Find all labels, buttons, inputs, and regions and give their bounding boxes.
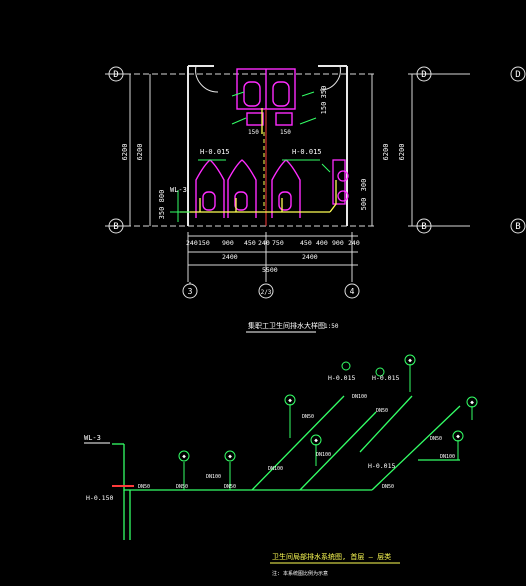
- sink-fixtures: [332, 159, 349, 205]
- dn-label-2: DN50: [176, 484, 188, 490]
- lower-stalls: [195, 159, 301, 218]
- axis-bubble-col-2-3: 2/3: [258, 283, 274, 299]
- right-dim-300: 300: [360, 179, 368, 192]
- iso-elev-a: H-0.015: [328, 374, 355, 382]
- svg-text:◆: ◆: [456, 433, 460, 440]
- dim-900-b: 900: [332, 239, 344, 247]
- dim-750: 750: [272, 239, 284, 247]
- dim-450-a: 450: [244, 239, 256, 247]
- dim-240-a: 240: [186, 239, 198, 247]
- svg-text:3: 3: [188, 287, 193, 296]
- dn-label-1: DN50: [138, 484, 150, 490]
- svg-text:◆: ◆: [314, 437, 318, 444]
- iso-main-drain: [112, 395, 461, 540]
- side-dim-left-800: 800: [158, 190, 166, 203]
- top-dim-350: 350: [320, 86, 328, 99]
- right-dim-500: 500: [360, 198, 368, 211]
- dim-2400-left: 2400: [222, 253, 238, 261]
- iso-dn-labels: DN50 DN50 DN100 DN50 DN100 DN50 DN100 DN…: [138, 394, 455, 490]
- svg-text:B: B: [421, 222, 426, 232]
- plan-label-150: 150: [248, 129, 259, 136]
- dim-900: 900: [222, 239, 234, 247]
- plan-pipe-label: WL-3: [170, 186, 187, 194]
- svg-text:D: D: [421, 70, 426, 80]
- side-dim-left-350: 350: [158, 207, 166, 220]
- dim-400: 400: [316, 239, 328, 247]
- dn-label-8: DN50: [376, 408, 388, 414]
- dn-label-10: DN50: [430, 436, 442, 442]
- svg-text:B: B: [113, 222, 118, 232]
- iso-title: 卫生间局部排水系统图, 首层 — 层类: [272, 552, 391, 561]
- dn-label-11: DN100: [440, 454, 455, 460]
- dim-150: 150: [198, 239, 210, 247]
- plan-elev-right: H-0.015: [292, 148, 322, 156]
- iso-elev-c: H-0.015: [368, 462, 395, 470]
- svg-text:2/3: 2/3: [261, 289, 272, 296]
- dim-2400-right: 2400: [302, 253, 318, 261]
- dim-450-b: 450: [300, 239, 312, 247]
- svg-text:◆: ◆: [408, 357, 412, 364]
- svg-text:B: B: [515, 222, 520, 232]
- green-annotations-plan: [170, 91, 331, 222]
- side-dim-left-total: 6200: [136, 144, 144, 161]
- iso-fixture-markers: [178, 354, 478, 462]
- top-dim-150: 150: [320, 102, 328, 115]
- svg-text:D: D: [515, 70, 520, 80]
- fixture-marker-8: [341, 361, 351, 371]
- plan-elev-left: H-0.015: [200, 148, 230, 156]
- iso-elev-b: H-0.015: [372, 374, 399, 382]
- svg-text:◆: ◆: [288, 397, 292, 404]
- iso-note: 注: 本系统图比例为示意: [272, 570, 328, 577]
- dim-240-b: 240: [258, 239, 270, 247]
- svg-text:4: 4: [350, 287, 355, 296]
- dn-label-4: DN50: [224, 484, 236, 490]
- svg-text:◆: ◆: [228, 453, 232, 460]
- iso-fixture-symbols: ◆ ◆ ◆ ◆ ◆ ◆ ◆: [182, 357, 474, 460]
- iso-fixture-drops: [183, 364, 473, 490]
- plan-scale: 1:50: [324, 323, 339, 330]
- svg-text:◆: ◆: [182, 453, 186, 460]
- iso-elev-start: H-0.150: [86, 494, 113, 502]
- dn-label-3: DN100: [206, 474, 221, 480]
- svg-text:◆: ◆: [470, 399, 474, 406]
- side-dim-left-outer: 6200: [121, 144, 129, 161]
- cad-drawing: D B D B D B 6200 6200 6200 6200 350 800 …: [84, 65, 526, 577]
- dim-240-c: 240: [348, 239, 360, 247]
- plan-title: 集职工卫生间排水大样图: [248, 321, 325, 330]
- axis-bubble-col-4: 4: [344, 283, 360, 299]
- dn-label-12: DN50: [382, 484, 394, 490]
- dn-label-5: DN100: [268, 466, 283, 472]
- iso-pipe-label: WL-3: [84, 434, 101, 442]
- side-dim-right-outer: 6200: [398, 144, 406, 161]
- dn-label-7: DN100: [316, 452, 331, 458]
- dn-label-6: DN50: [302, 414, 314, 420]
- axis-bubble-far-bottom-right: B: [510, 218, 526, 234]
- axis-bubble-far-top-right: D: [510, 66, 526, 82]
- isometric-system-view: ◆ ◆ ◆ ◆ ◆ ◆ ◆ WL-3 H-0.150 H-0.015 H-0.015 H…: [84, 354, 478, 577]
- dn-label-9: DN100: [352, 394, 367, 400]
- dim-5500: 5500: [262, 266, 278, 274]
- side-dim-right-total: 6200: [382, 144, 390, 161]
- room-walls: [187, 65, 348, 226]
- axis-bubble-col-3: 3: [182, 282, 198, 299]
- plan-label-150b: 150: [280, 129, 291, 136]
- plan-view: D B D B D B 6200 6200 6200 6200 350 800 …: [105, 65, 526, 333]
- svg-text:D: D: [113, 70, 118, 80]
- cad-drawing-canvas: D B D B D B 6200 6200 6200 6200 350 800 …: [0, 0, 526, 582]
- bottom-dims-row1: 240 150 900 450 240 750 450 400 900 240: [186, 239, 360, 247]
